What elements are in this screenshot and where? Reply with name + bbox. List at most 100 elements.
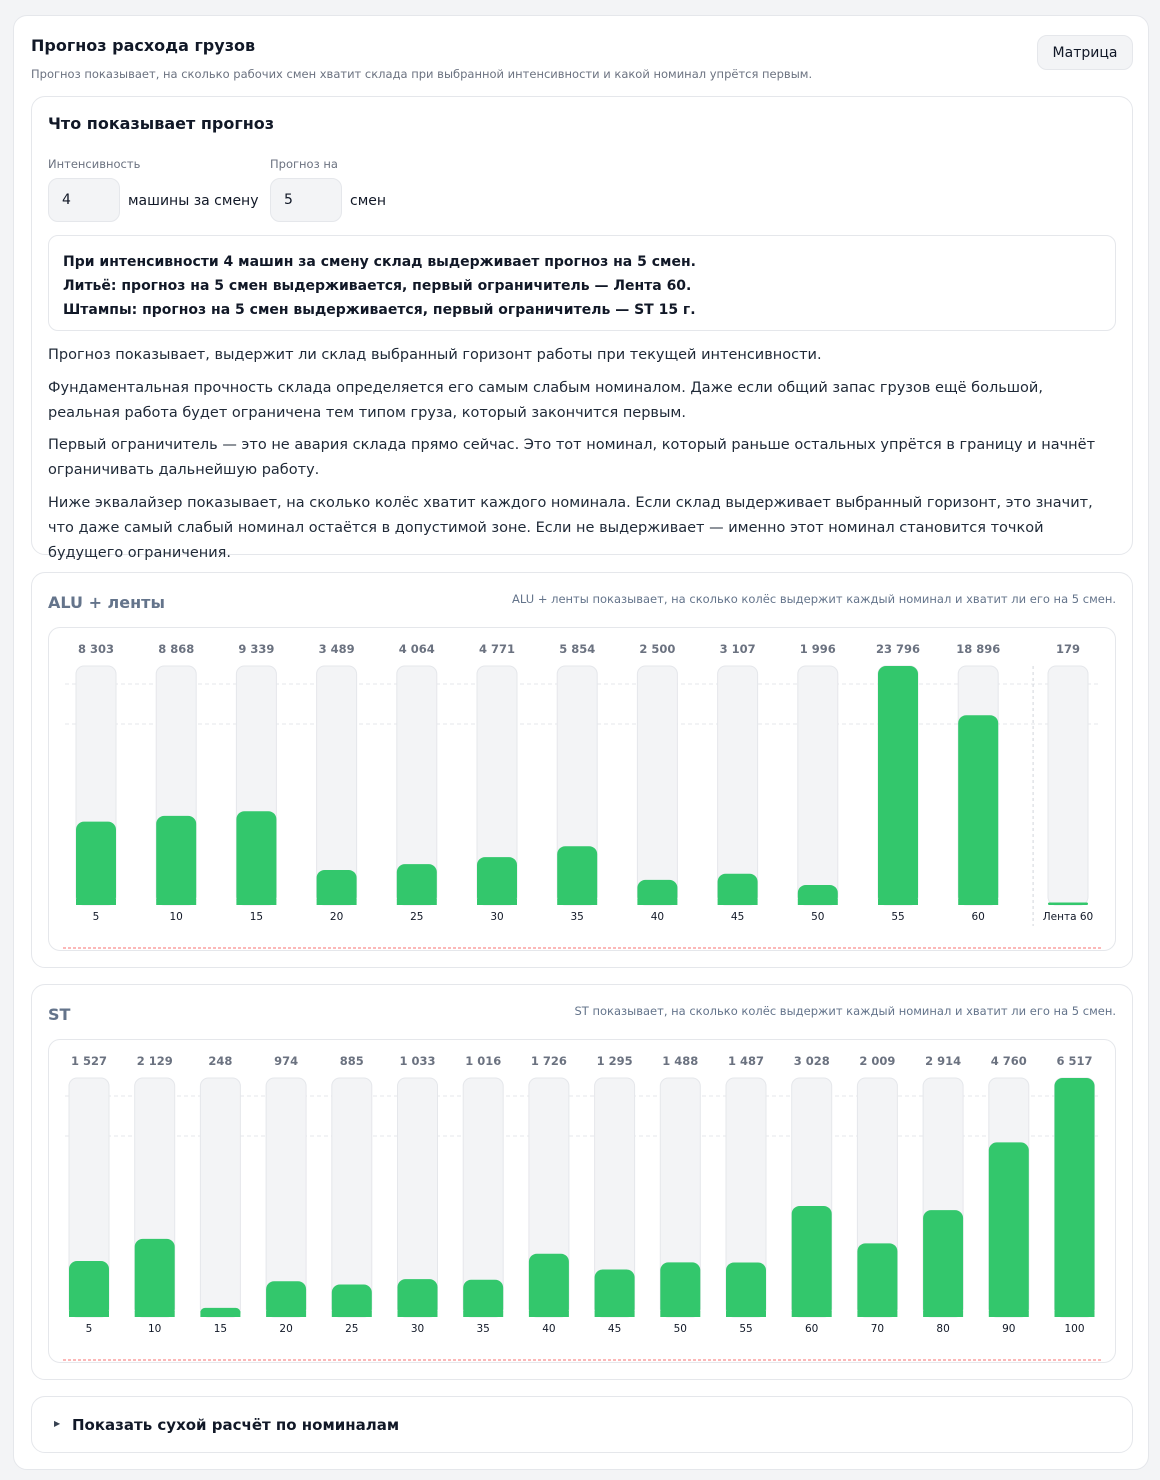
category-label: 60 [972, 911, 985, 923]
value-label: 6 517 [1056, 1054, 1092, 1068]
bar-track [636, 665, 678, 906]
bar-base [988, 1311, 1029, 1317]
value-label: 1 016 [465, 1054, 501, 1068]
bar-track [331, 1077, 373, 1318]
category-label: 40 [651, 911, 664, 923]
st-chart-svg: 1 527 5 2 129 10 248 15 974 20 885 25 1 033 30 1 016… [63, 1054, 1101, 1361]
intensity-input[interactable] [48, 178, 120, 222]
category-label: 5 [93, 911, 100, 923]
details-toggle[interactable]: ▶ Показать сухой расчёт по номиналам [31, 1396, 1133, 1453]
alu-chart-svg: 8 303 5 8 868 10 9 339 15 3 489 20 4 064 25 4 771 3… [63, 642, 1101, 949]
bar-base [200, 1311, 241, 1317]
triangle-right-icon: ▶ [54, 1419, 61, 1428]
chart-note: ALU + ленты показывает, на сколько колёс… [512, 592, 1116, 606]
category-label: 20 [279, 1323, 292, 1335]
explain-paragraph: Фундаментальная прочность склада определ… [48, 380, 1043, 421]
value-label: 1 527 [71, 1054, 107, 1068]
details-label[interactable]: Показать сухой расчёт по номиналам [72, 1416, 399, 1434]
value-label: 1 487 [728, 1054, 764, 1068]
bar-base [878, 899, 918, 905]
value-label: 5 854 [559, 642, 595, 656]
bar [594, 1269, 635, 1317]
bar-base [76, 899, 116, 905]
category-label: 10 [170, 911, 183, 923]
value-label: 2 914 [925, 1054, 961, 1068]
bar-base [528, 1311, 569, 1317]
bar-base [1054, 1311, 1095, 1317]
bar [988, 1142, 1029, 1317]
bar [958, 715, 999, 905]
bar-track [797, 665, 839, 906]
explain-paragraph: Первый ограничитель — это не авария скла… [48, 437, 1096, 478]
value-label: 8 868 [158, 642, 194, 656]
category-label: 45 [731, 911, 744, 923]
bar-base [316, 899, 357, 905]
bar [477, 857, 517, 905]
alu-chart-card: ALU + ленты ALU + ленты показывает, на с… [31, 572, 1133, 968]
value-label: 3 028 [794, 1054, 830, 1068]
value-label: 1 726 [531, 1054, 567, 1068]
intensity-unit: машины за смену [128, 193, 259, 209]
category-label: 50 [674, 1323, 687, 1335]
category-label: 50 [811, 911, 824, 923]
bar [791, 1205, 832, 1317]
alu-chart: 8 303 5 8 868 10 9 339 15 3 489 20 4 064 25 4 771 3… [48, 627, 1116, 951]
bar [396, 864, 437, 905]
bar-base [717, 899, 758, 905]
horizon-label: Прогноз на [270, 157, 338, 171]
chart-title: ST [48, 1005, 71, 1024]
bar-base [726, 1311, 766, 1317]
value-label: 9 339 [238, 642, 274, 656]
summary-line: Литьё: прогноз на 5 смен выдерживается, … [63, 278, 692, 294]
category-label: 15 [250, 911, 263, 923]
bar-base [69, 1311, 109, 1317]
category-label: 35 [477, 1323, 490, 1335]
bar [726, 1262, 766, 1317]
value-label: 2 129 [137, 1054, 173, 1068]
bar-base [156, 899, 197, 905]
category-label: 55 [891, 911, 904, 923]
bar-base [857, 1311, 898, 1317]
bar [69, 1260, 109, 1317]
bar [857, 1243, 898, 1317]
bar [76, 821, 116, 905]
value-label: 8 303 [78, 642, 114, 656]
category-label: 5 [86, 1323, 93, 1335]
bar [557, 846, 598, 905]
bar-base [266, 1311, 307, 1317]
bar [236, 811, 277, 905]
category-label: 10 [148, 1323, 161, 1335]
bar [660, 1262, 701, 1317]
bar-base [397, 1311, 438, 1317]
category-label: 70 [871, 1323, 884, 1335]
value-label: 4 064 [399, 642, 435, 656]
horizon-input[interactable] [270, 178, 342, 222]
category-label: 30 [490, 911, 503, 923]
explain-paragraph: Прогноз показывает, выдержит ли склад вы… [48, 347, 822, 363]
value-label: 4 771 [479, 642, 515, 656]
category-label: 15 [214, 1323, 227, 1335]
bar-base [791, 1311, 832, 1317]
bar-base [958, 899, 999, 905]
bar-base [637, 899, 678, 905]
value-label: 1 033 [399, 1054, 435, 1068]
matrix-button[interactable]: Матрица [1037, 35, 1133, 70]
chart-note: ST показывает, на сколько колёс выдержит… [574, 1004, 1117, 1018]
value-label: 4 760 [991, 1054, 1027, 1068]
category-label: Лента 60 [1043, 911, 1093, 923]
value-label: 1 996 [800, 642, 836, 656]
value-label: 974 [274, 1054, 298, 1068]
bar-track [265, 1077, 307, 1318]
st-chart: 1 527 5 2 129 10 248 15 974 20 885 25 1 033 30 1 016… [48, 1039, 1116, 1363]
bar [156, 815, 197, 905]
bar-base [463, 1311, 504, 1317]
bar-base [594, 1311, 635, 1317]
value-label: 1 488 [662, 1054, 698, 1068]
bar-base [134, 1311, 175, 1317]
value-label: 23 796 [876, 642, 920, 656]
value-label: 3 489 [319, 642, 355, 656]
category-label: 60 [805, 1323, 818, 1335]
horizon-unit: смен [350, 193, 387, 209]
summary-line: При интенсивности 4 машин за смену склад… [63, 254, 696, 270]
page-title: Прогноз расхода грузов [31, 36, 256, 55]
